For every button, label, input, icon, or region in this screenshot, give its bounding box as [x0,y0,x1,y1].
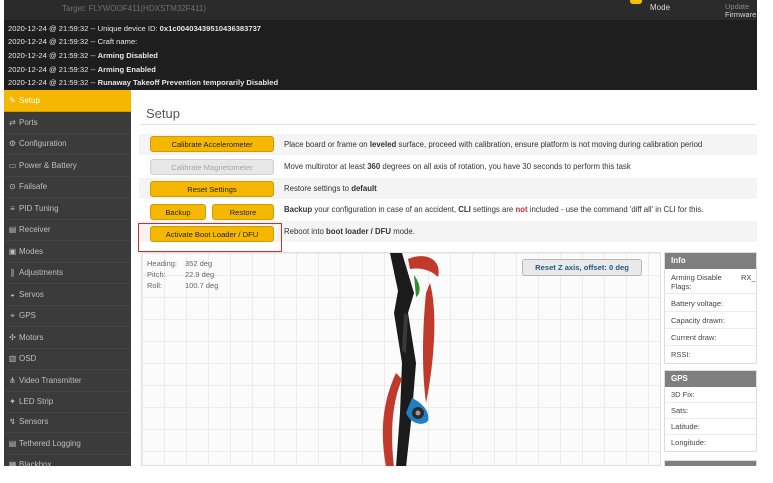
target-label: Target: FLYWOOF411(HDXSTM32F411) [62,4,207,13]
log-console[interactable]: 2020-12-24 @ 21:59:32 -- Unique device I… [4,20,757,91]
servo-icon: ◒ [10,290,15,299]
capacity-drawn-label: Capacity drawn: [671,316,725,325]
motor-icon: ✣ [9,333,16,342]
model-view[interactable]: Heading: 352 deg Pitch: 22.9 deg Roll: 100.… [141,252,661,466]
wrench-icon: ✎ [9,96,16,105]
sidebar-item-setup[interactable]: ✎ Setup [4,90,131,112]
sidebar-item-tethered-logging[interactable]: ▤ Tethered Logging [4,433,131,455]
sidebar-item-video-transmitter[interactable]: ⋔ Video Transmitter [4,370,131,392]
sidebar-item-led-strip[interactable]: ✦ LED Strip [4,391,131,413]
sidebar-item-gps[interactable]: ⌖ GPS [4,305,131,327]
gps-panel: GPS 3D Fix: Sats: Latitude: Longitude: [664,370,757,452]
sidebar-item-receiver[interactable]: ▤ Receiver [4,219,131,241]
pitch-readout: Pitch: 22.9 deg [147,270,215,279]
calibrate-magnetometer-button[interactable]: Calibrate Magnetometer [150,159,274,175]
reset-z-axis-button[interactable]: Reset Z axis, offset: 0 deg [522,259,642,276]
setup-content: Setup Calibrate Accelerometer Place boar… [131,90,757,466]
sidebar-item-motors[interactable]: ✣ Motors [4,327,131,349]
gps-3d-fix-label: 3D Fix: [671,390,695,399]
gps-latitude-label: Latitude: [671,422,700,431]
led-icon: ✦ [9,397,16,406]
log-line: 2020-12-24 @ 21:59:32 -- Arming Disabled [8,51,158,60]
failsafe-icon: ⊙ [9,182,16,191]
next-panel [664,460,757,466]
sensors-icon: ↯ [9,417,16,426]
reset-settings-description: Restore settings to default [284,184,377,193]
divider [665,434,756,435]
firmware-update-link[interactable]: Update Firmware [725,3,757,19]
divider [665,418,756,419]
sliders-icon: ≡ [10,204,15,213]
current-draw-label: Current draw: [671,333,717,342]
next-panel-header [665,461,756,466]
status-indicator [630,0,642,4]
info-panel-title: Info [665,253,756,269]
divider [665,402,756,403]
log-line: 2020-12-24 @ 21:59:32 -- Runaway Takeoff… [8,78,279,87]
log-icon: ▤ [8,439,17,448]
divider [665,345,756,346]
battery-icon: ▭ [8,161,17,170]
blackbox-icon: ▦ [8,460,17,466]
gear-icon: ⚙ [8,139,17,148]
log-line: 2020-12-24 @ 21:59:32 -- Unique device I… [8,24,262,33]
sidebar-item-osd[interactable]: ▥ OSD [4,348,131,370]
header-bar: Target: FLYWOOF411(HDXSTM32F411) Mode Up… [4,0,757,20]
osd-icon: ▥ [8,354,17,363]
divider [665,311,756,312]
adjust-icon: ∥ [10,268,15,277]
sidebar-item-failsafe[interactable]: ⊙ Failsafe [4,176,131,198]
heading-readout: Heading: 352 deg [147,259,213,268]
restore-button[interactable]: Restore [212,204,274,220]
arming-disable-flags-label: Arming Disable Flags: [671,273,722,291]
backup-description: Backup your configuration in case of an … [284,205,704,214]
arming-disable-flags-value: RX_F [741,273,756,282]
modes-icon: ▣ [8,247,17,256]
calibrate-accelerometer-description: Place board or frame on leveled surface,… [284,140,703,149]
sidebar-item-sensors[interactable]: ↯ Sensors [4,411,131,433]
sidebar-item-configuration[interactable]: ⚙ Configuration [4,133,131,155]
sidebar-item-servos[interactable]: ◒ Servos [4,284,131,306]
quad-frame [382,253,439,466]
sidebar-item-ports[interactable]: ⇄ Ports [4,112,131,134]
gps-longitude-label: Longitude: [671,438,707,447]
sidebar-item-adjustments[interactable]: ∥ Adjustments [4,262,131,284]
title-divider [141,124,757,125]
calibrate-accelerometer-button[interactable]: Calibrate Accelerometer [150,136,274,152]
sidebar-item-blackbox[interactable]: ▦ Blackbox [4,454,131,466]
battery-voltage-label: Battery voltage: [671,299,724,308]
info-panel: Info Arming Disable Flags: RX_F Battery … [664,252,757,364]
log-line: 2020-12-24 @ 21:59:32 -- Craft name: [8,37,138,46]
calibrate-magnetometer-description: Move multirotor at least 360 degrees on … [284,162,631,171]
rssi-label: RSSI: [671,350,691,359]
mode-label: Mode [650,3,671,12]
log-line: 2020-12-24 @ 21:59:32 -- Arming Enabled [8,65,156,74]
gps-panel-title: GPS [665,371,756,387]
dfu-highlight-box [138,223,282,252]
backup-button[interactable]: Backup [150,204,206,220]
plug-icon: ⇄ [9,118,16,127]
quad-model [382,253,439,466]
firmware-label: Firmware [725,10,757,19]
page-title: Setup [146,106,180,121]
receiver-icon: ▤ [8,225,17,234]
divider [665,293,756,294]
reset-settings-button[interactable]: Reset Settings [150,181,274,197]
configurator-window: Target: FLYWOOF411(HDXSTM32F411) Mode Up… [4,0,757,466]
gps-icon: ⌖ [10,311,15,320]
roll-readout: Roll: 100.7 deg [147,281,219,290]
divider [665,328,756,329]
sidebar: ✎ Setup ⇄ Ports ⚙ Configuration ▭ Power & Ba… [4,90,131,466]
gps-sats-label: Sats: [671,406,689,415]
sidebar-item-power-battery[interactable]: ▭ Power & Battery [4,155,131,177]
sidebar-item-modes[interactable]: ▣ Modes [4,241,131,263]
vtx-icon: ⋔ [9,376,16,385]
sidebar-item-pid-tuning[interactable]: ≡ PID Tuning [4,198,131,220]
dfu-description: Reboot into boot loader / DFU mode. [284,227,415,236]
